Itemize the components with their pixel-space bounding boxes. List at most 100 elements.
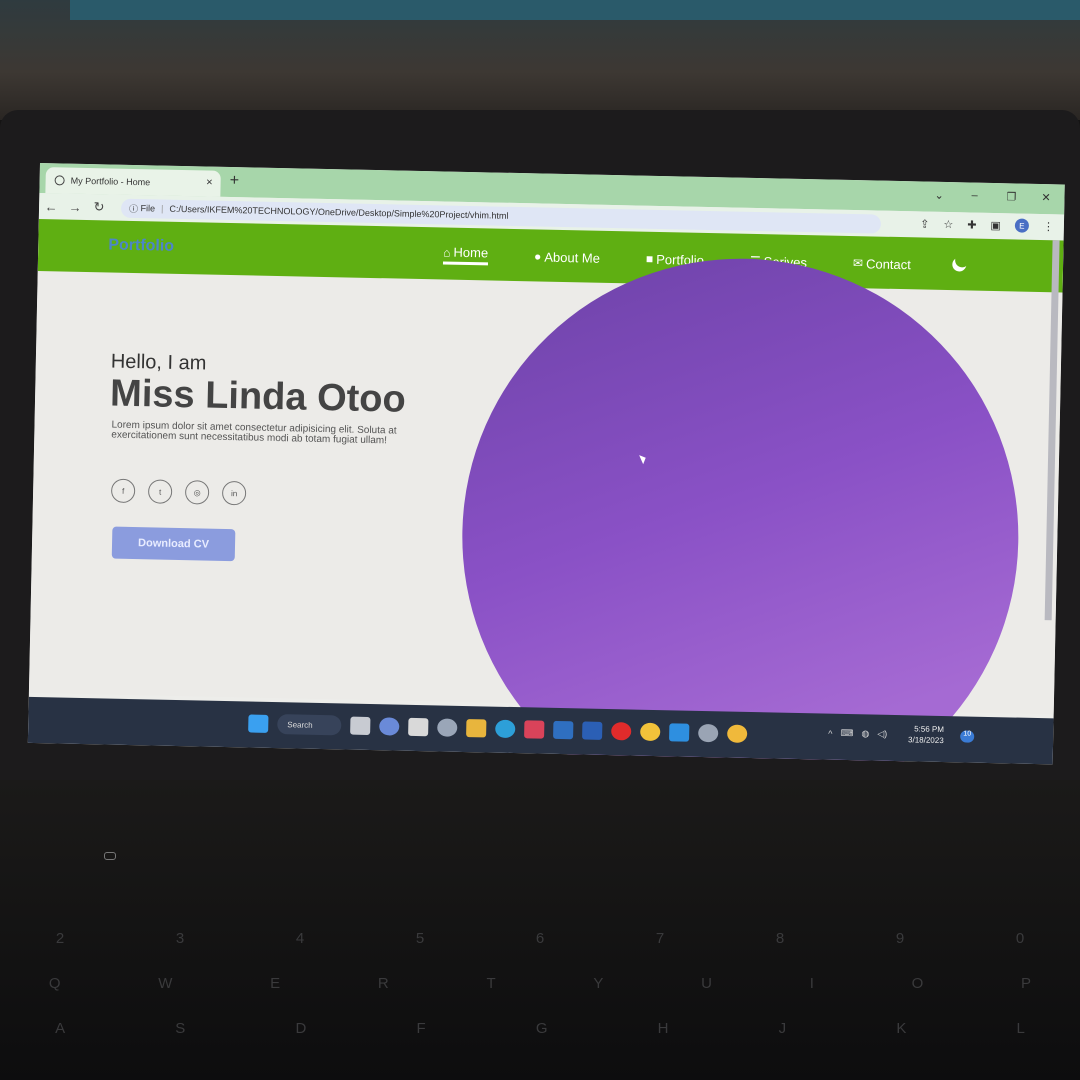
nav-about[interactable]: ● About Me — [534, 246, 600, 267]
extensions-icon[interactable]: ✚ — [967, 218, 976, 231]
keyboard-key: 6 — [535, 930, 545, 947]
keyboard-key: T — [486, 975, 496, 992]
keyboard-key: E — [270, 975, 281, 992]
windows-start-icon[interactable] — [248, 714, 269, 733]
nav-home-label: Home — [453, 244, 489, 261]
app-icon[interactable] — [553, 720, 574, 740]
url-scheme-label: File — [140, 203, 156, 214]
hero-name: Miss Linda Otoo — [109, 372, 407, 421]
keyboard-key: 8 — [775, 930, 785, 947]
facebook-icon[interactable]: f — [110, 478, 136, 504]
nav-contact[interactable]: ✉ Contact — [853, 253, 911, 274]
key-row-asdf: ASDFGHJKL — [0, 1020, 1080, 1037]
vscode-icon[interactable] — [669, 723, 690, 742]
back-icon[interactable]: ← — [39, 198, 63, 214]
key-row-numbers: 2 3 4 5 6 7 8 9 0 — [0, 930, 1080, 947]
keyboard-key: 4 — [295, 930, 305, 947]
new-tab-button[interactable]: + — [229, 172, 239, 190]
notification-badge[interactable]: 10 — [960, 730, 975, 743]
profile-avatar[interactable]: E — [1014, 218, 1030, 233]
webpage: Portfolio ⌂ Home ● About Me ■ Portfolio … — [28, 218, 1064, 765]
clock-date: 3/18/2023 — [908, 735, 944, 746]
chat-icon[interactable] — [379, 717, 400, 736]
keyboard-key: D — [295, 1020, 307, 1037]
media-app-icon[interactable] — [524, 720, 545, 739]
keyboard-key: L — [1016, 1020, 1025, 1037]
envelope-icon: ✉ — [852, 256, 864, 271]
word-icon[interactable] — [582, 721, 603, 740]
keyboard-key: K — [896, 1020, 907, 1037]
chrome-icon[interactable] — [640, 722, 661, 742]
keyboard-key: 3 — [175, 930, 185, 947]
nav-contact-label: Contact — [865, 255, 912, 272]
power-indicator-icon — [104, 852, 116, 860]
store-icon[interactable] — [408, 717, 429, 737]
side-panel-icon[interactable]: ▣ — [990, 218, 1001, 231]
keyboard-key: A — [55, 1020, 66, 1037]
linkedin-icon[interactable]: in — [221, 480, 247, 506]
keyboard-key: W — [158, 975, 173, 992]
keyboard-key: U — [701, 975, 712, 992]
tab-title: My Portfolio - Home — [70, 175, 151, 188]
clock-time: 5:56 PM — [914, 724, 945, 735]
reload-icon[interactable]: ↻ — [87, 199, 111, 215]
search-label: Search — [287, 719, 313, 730]
info-icon[interactable]: ⓘ — [129, 201, 138, 214]
opera-icon[interactable] — [611, 722, 632, 741]
tab-close-icon[interactable]: × — [206, 176, 213, 188]
briefcase-icon: ■ — [645, 251, 654, 266]
keyboard-key: F — [416, 1020, 426, 1037]
keyboard-key: S — [175, 1020, 186, 1037]
social-links: f t ◎ in — [110, 478, 247, 506]
network-icon[interactable]: ◍ — [861, 728, 869, 739]
user-icon: ● — [533, 249, 542, 264]
forward-icon[interactable]: → — [63, 199, 87, 214]
nav-home[interactable]: ⌂ Home — [442, 244, 489, 266]
keyboard-key: P — [1021, 975, 1032, 992]
keyboard-key: 2 — [55, 930, 65, 947]
widget-icon[interactable] — [437, 718, 458, 737]
bookmark-star-icon[interactable]: ☆ — [943, 217, 953, 230]
browser-tab[interactable]: My Portfolio - Home × — [45, 167, 221, 197]
keyboard-key: G — [535, 1020, 548, 1037]
keyboard-key: 0 — [1015, 930, 1025, 947]
laptop-screen: My Portfolio - Home × + ⌄ – ❐ ✕ ← → ↻ ⓘ … — [27, 163, 1065, 765]
taskbar-search[interactable]: Search — [277, 714, 342, 736]
share-icon[interactable]: ⇪ — [920, 217, 929, 230]
minimize-button[interactable]: – — [971, 190, 977, 202]
nav-about-label: About Me — [544, 249, 601, 266]
chevron-up-icon[interactable]: ^ — [828, 728, 832, 738]
keyboard-key: Y — [593, 975, 604, 992]
key-row-qwerty: QWERTYUIOP — [0, 975, 1080, 992]
instagram-icon[interactable]: ◎ — [184, 480, 210, 505]
tab-search-icon[interactable]: ⌄ — [934, 189, 943, 202]
home-icon: ⌂ — [443, 244, 451, 260]
taskbar-apps: Search — [248, 713, 748, 743]
download-cv-button[interactable]: Download CV — [111, 526, 236, 562]
settings-gear-icon[interactable] — [698, 723, 719, 743]
wall-background — [70, 0, 1080, 20]
maximize-button[interactable]: ❐ — [1006, 190, 1016, 203]
menu-dots-icon[interactable]: ⋮ — [1043, 220, 1054, 233]
site-logo[interactable]: Portfolio — [108, 236, 174, 255]
volume-icon[interactable]: ◁) — [877, 729, 887, 740]
close-window-button[interactable]: ✕ — [1041, 191, 1050, 204]
browser-tools: ⇪ ☆ ✚ ▣ E ⋮ — [920, 216, 1054, 233]
hero-description: Lorem ipsum dolor sit amet consectetur a… — [111, 419, 397, 447]
keyboard-key: O — [911, 975, 924, 992]
keyboard-icon[interactable]: ⌨ — [840, 728, 853, 739]
twitter-icon[interactable]: t — [147, 479, 173, 504]
edge-icon[interactable] — [495, 719, 516, 739]
hero-purple-circle — [456, 252, 1025, 765]
taskbar-clock[interactable]: 5:56 PM 3/18/2023 — [908, 723, 944, 746]
keyboard-key: 5 — [415, 930, 425, 947]
file-explorer-icon[interactable] — [466, 719, 487, 738]
laptop-keyboard: 2 3 4 5 6 7 8 9 0 Q W E R T Y U I O P A S D F G H J K L — [0, 780, 1080, 1080]
keyboard-key: Q — [48, 975, 61, 992]
chrome-profile-icon[interactable] — [727, 724, 748, 743]
globe-icon — [54, 175, 65, 186]
task-view-icon[interactable] — [350, 716, 371, 736]
hero-greeting: Hello, I am — [110, 350, 207, 375]
url-text[interactable]: C:/Users/IKFEM%20TECHNOLOGY/OneDrive/Des… — [169, 204, 508, 221]
keyboard-key: I — [809, 975, 814, 992]
